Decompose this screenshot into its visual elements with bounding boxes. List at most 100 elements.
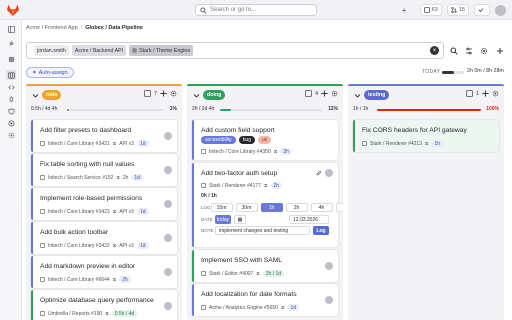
- board-column-testing: testing 1 1h / 1h 100% Fix CORS headers …: [348, 84, 504, 320]
- time-spent-summary: 0h / 1h: [201, 193, 217, 199]
- merge-requests-button[interactable]: 15: [446, 4, 469, 16]
- gear-icon[interactable]: [331, 90, 338, 97]
- settings-icon[interactable]: [6, 130, 16, 140]
- issue-card[interactable]: Implement role-based permissions Initech…: [31, 188, 177, 220]
- board-icon[interactable]: [6, 70, 16, 80]
- issue-card[interactable]: Add filter presets to dashboard Initech …: [31, 120, 177, 152]
- assignee-avatar[interactable]: [325, 296, 333, 304]
- issue-icon: [40, 141, 45, 146]
- issue-title[interactable]: Add two-factor auth setup: [201, 170, 277, 177]
- chevron-down-icon[interactable]: [193, 92, 200, 99]
- column-label: todo: [42, 90, 62, 100]
- assignee-avatar[interactable]: [164, 200, 172, 208]
- sparkle-icon: ✦: [32, 69, 37, 76]
- duration-option[interactable]: 2h: [285, 203, 308, 212]
- date-input[interactable]: [289, 215, 329, 224]
- filter-token-group[interactable]: Stark / Theme Engine: [129, 45, 194, 56]
- assignee-avatar[interactable]: [164, 132, 172, 140]
- issue-card-expanded[interactable]: Add two-factor auth setup Stark / Render…: [192, 163, 343, 247]
- board-filter-button[interactable]: [462, 44, 475, 57]
- duration-option[interactable]: 4h: [310, 203, 333, 212]
- issue-title[interactable]: Fix CORS headers for API gateway: [362, 127, 467, 134]
- breadcrumb-current[interactable]: Globex / Data Pipeline: [85, 25, 143, 31]
- user-avatar[interactable]: [495, 4, 506, 16]
- issue-card[interactable]: Fix CORS headers for API gateway Stark /…: [353, 120, 499, 152]
- gear-icon[interactable]: [170, 90, 177, 97]
- issue-reference: Initech / Core Library #3422: [48, 242, 110, 249]
- gear-icon: [480, 47, 487, 54]
- gear-icon[interactable]: [492, 90, 499, 97]
- card-accent-bar: [31, 256, 33, 288]
- issue-title[interactable]: Fix table sorting with null values: [40, 161, 134, 168]
- plus-icon[interactable]: [321, 90, 328, 97]
- today-value: 2h 0m / 8h 28m: [467, 68, 504, 74]
- search-input[interactable]: Search or go to...: [195, 4, 317, 16]
- issue-title[interactable]: Add filter presets to dashboard: [40, 127, 131, 134]
- issue-card[interactable]: Add custom field support accessibility b…: [192, 120, 338, 160]
- filter-bar[interactable]: jordan.smith Acme / Backend API Stark / …: [26, 42, 444, 59]
- duration-option[interactable]: 1d: [335, 203, 343, 212]
- deploy-icon[interactable]: [6, 118, 16, 128]
- duration-option-selected[interactable]: 1h: [260, 203, 283, 212]
- label-tag[interactable]: bug: [238, 136, 256, 144]
- note-input[interactable]: [215, 226, 310, 235]
- plus-icon[interactable]: [482, 90, 489, 97]
- todos-button[interactable]: [474, 4, 490, 16]
- filter-token-project[interactable]: Acme / Backend API: [71, 45, 127, 56]
- label-tag[interactable]: accessibility: [201, 136, 236, 144]
- duration-option[interactable]: 15m: [210, 203, 233, 212]
- issue-reference: Stark / Editor #4007: [209, 270, 254, 277]
- duration-option[interactable]: 30m: [235, 203, 258, 212]
- issue-title[interactable]: Optimize database query performance: [40, 297, 154, 304]
- chevron-down-icon[interactable]: [354, 92, 361, 99]
- filter-token-assignee[interactable]: jordan.smith: [34, 45, 69, 56]
- issue-title[interactable]: Implement SSO with SAML: [201, 257, 282, 264]
- issue-card[interactable]: Fix table sorting with null values Inite…: [31, 154, 177, 186]
- code-icon[interactable]: [6, 82, 16, 92]
- issue-title[interactable]: Add bulk action toolbar: [40, 229, 108, 236]
- column-label: doing: [203, 90, 226, 100]
- breadcrumb-item[interactable]: Acme / Frontend App: [26, 25, 78, 31]
- gitlab-logo-icon[interactable]: [6, 3, 20, 17]
- rocket-icon[interactable]: [6, 94, 16, 104]
- filter-search-button[interactable]: [447, 44, 460, 57]
- calendar-icon[interactable]: ▦: [234, 215, 246, 224]
- assignee-avatar[interactable]: [164, 166, 172, 174]
- assignee-avatar[interactable]: [325, 262, 333, 270]
- pin-icon[interactable]: [6, 38, 16, 48]
- issue-title[interactable]: Add localization for date formats: [201, 291, 297, 298]
- issues-count: 63: [431, 7, 438, 13]
- sidebar-toggle-icon[interactable]: [6, 24, 16, 34]
- log-time-button[interactable]: Log: [313, 226, 329, 235]
- add-list-button[interactable]: [493, 44, 506, 57]
- new-button[interactable]: +: [399, 4, 415, 16]
- issues-button[interactable]: 63: [419, 4, 442, 16]
- pencil-icon[interactable]: [316, 170, 322, 176]
- issue-card[interactable]: Implement SSO with SAML Stark / Editor #…: [192, 250, 338, 282]
- column-color-stripe: [348, 84, 504, 86]
- today-progress-bar: [442, 71, 464, 74]
- shield-icon[interactable]: [6, 106, 16, 116]
- assignee-avatar[interactable]: [164, 268, 172, 276]
- assignee-avatar[interactable]: [325, 169, 333, 177]
- issue-reference: Initech / Core Library #3423: [48, 208, 110, 215]
- clear-filter-icon[interactable]: ×: [430, 46, 439, 55]
- assignee-avatar[interactable]: [164, 302, 172, 310]
- issue-title[interactable]: Add custom field support: [201, 127, 275, 134]
- chevron-down-icon[interactable]: [32, 92, 39, 99]
- label-tag[interactable]: ux: [258, 136, 272, 144]
- issue-title[interactable]: Implement role-based permissions: [40, 195, 142, 202]
- issue-icon: [201, 305, 206, 310]
- assignee-avatar[interactable]: [164, 234, 172, 242]
- issue-card[interactable]: Add markdown preview in editor Initech /…: [31, 256, 177, 288]
- plus-icon[interactable]: [160, 90, 167, 97]
- issue-card[interactable]: Add bulk action toolbar Initech / Core L…: [31, 222, 177, 254]
- issue-card[interactable]: Add localization for date formats Acme /…: [192, 284, 338, 316]
- auto-assign-button[interactable]: ✦ Auto-assign: [26, 67, 74, 78]
- issue-card[interactable]: Optimize database query performance Umbr…: [31, 290, 177, 320]
- project-icon[interactable]: [6, 54, 16, 64]
- board-settings-button[interactable]: [477, 44, 490, 57]
- issue-title[interactable]: Add markdown preview in editor: [40, 263, 135, 270]
- today-button[interactable]: today: [215, 215, 231, 224]
- card-accent-bar: [192, 120, 194, 160]
